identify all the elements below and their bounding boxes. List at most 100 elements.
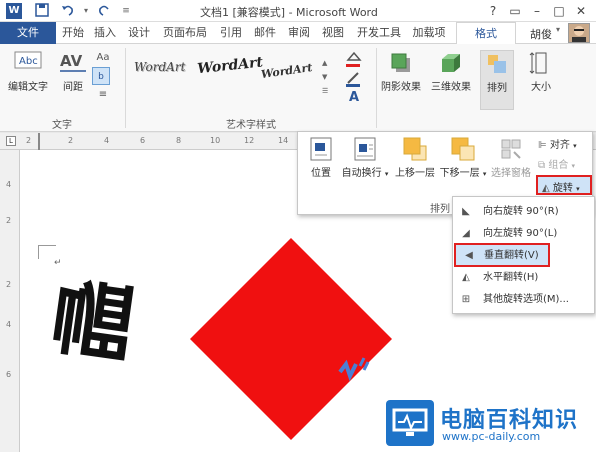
menu-item-flip-vertical[interactable]: ◀ 垂直翻转(V) bbox=[454, 243, 550, 267]
svg-text:AV: AV bbox=[60, 52, 83, 70]
window-title: 文档1 [兼容模式] - Microsoft Word bbox=[200, 6, 378, 19]
selection-pane-label: 选择窗格 bbox=[491, 168, 531, 179]
user-menu-chevron-icon[interactable]: ▾ bbox=[556, 25, 560, 34]
tab-view[interactable]: 视图 bbox=[318, 22, 348, 44]
align-text-icon[interactable]: ≡ bbox=[92, 89, 114, 100]
ruler-tick: 4 bbox=[6, 180, 12, 189]
chevron-down-icon[interactable]: ▾ bbox=[78, 3, 94, 19]
selection-pane-button[interactable]: 选择窗格 bbox=[488, 136, 534, 179]
flip-vertical-icon: ◀ bbox=[465, 250, 473, 261]
wrap-text-button[interactable]: 自动换行 ▾ bbox=[340, 136, 390, 179]
group-button[interactable]: ⧉ 组合 ▾ bbox=[538, 156, 590, 172]
rotate-label: 旋转 bbox=[552, 183, 573, 194]
ribbon-display-icon[interactable]: ▭ bbox=[506, 2, 524, 20]
tab-insert[interactable]: 插入 bbox=[90, 22, 120, 44]
close-icon[interactable]: ✕ bbox=[572, 2, 590, 20]
vertical-text-icon[interactable]: b bbox=[92, 67, 110, 85]
edit-text-button[interactable]: Abc 编辑文字 bbox=[4, 50, 52, 93]
menu-item-rotate-right[interactable]: ◣ 向右旋转 90°(R) bbox=[453, 201, 594, 223]
send-backward-label: 下移一层 bbox=[439, 168, 480, 179]
menu-item-more-rotation[interactable]: ⊞ 其他旋转选项(M)... bbox=[453, 289, 594, 311]
bring-forward-button[interactable]: 上移一层 bbox=[392, 136, 438, 179]
chevron-down-icon: ▾ bbox=[384, 170, 389, 178]
text-effects-icon[interactable]: A bbox=[338, 90, 370, 110]
ruler-indent-marker[interactable] bbox=[38, 133, 40, 150]
wordart-glyph[interactable]: 嵋 bbox=[46, 262, 159, 375]
watermark-logo-icon bbox=[386, 400, 434, 446]
rotate-menu: ◣ 向右旋转 90°(R) ◢ 向左旋转 90°(L) ◀ 垂直翻转(V) ◭ … bbox=[452, 196, 595, 314]
size-label: 大小 bbox=[531, 82, 551, 93]
customize-qat-icon[interactable]: ≡ bbox=[118, 3, 134, 19]
wordart-gallery-scroll[interactable]: ▲ ▼ ☰ bbox=[322, 56, 332, 102]
ruler-tick: 6 bbox=[140, 136, 146, 145]
even-height-icon[interactable]: Aa bbox=[92, 52, 114, 63]
rotate-right-icon: ◣ bbox=[462, 206, 470, 217]
arrange-panel-label: 排列 bbox=[430, 204, 450, 215]
spacing-button[interactable]: AV 间距 bbox=[56, 50, 90, 93]
avatar[interactable] bbox=[568, 23, 590, 43]
ruler-tick: 2 bbox=[6, 216, 12, 225]
group-icon: ⧉ bbox=[538, 160, 546, 171]
tab-addins[interactable]: 加载项 bbox=[408, 22, 450, 44]
tab-mailings[interactable]: 邮件 bbox=[250, 22, 280, 44]
ruler-tick: 4 bbox=[6, 320, 12, 329]
align-icon: ⊫ bbox=[538, 140, 547, 151]
wordart-group-label: 艺术字样式 bbox=[226, 120, 276, 131]
svg-text:Abc: Abc bbox=[19, 56, 38, 67]
tab-review[interactable]: 审阅 bbox=[284, 22, 314, 44]
tab-format[interactable]: 格式 bbox=[456, 22, 516, 44]
tab-design[interactable]: 设计 bbox=[124, 22, 154, 44]
group-separator bbox=[376, 48, 377, 128]
tab-file[interactable]: 文件 bbox=[0, 22, 56, 44]
shadow-effects-label: 阴影效果 bbox=[381, 82, 421, 93]
tab-home[interactable]: 开始 bbox=[58, 22, 88, 44]
arrange-label: 排列 bbox=[487, 83, 507, 94]
minimize-icon[interactable]: – bbox=[528, 2, 546, 20]
ruler-tick: 12 bbox=[244, 136, 255, 145]
tab-references[interactable]: 引用 bbox=[216, 22, 246, 44]
edit-text-label: 编辑文字 bbox=[8, 82, 48, 93]
ruler-tick: 4 bbox=[104, 136, 110, 145]
chevron-down-icon: ▾ bbox=[482, 170, 487, 178]
rotate-handle-icon[interactable] bbox=[338, 356, 372, 384]
tab-developer[interactable]: 开发工具 bbox=[352, 22, 406, 44]
shadow-effects-button[interactable]: 阴影效果 bbox=[378, 50, 424, 93]
menu-item-rotate-left[interactable]: ◢ 向左旋转 90°(L) bbox=[453, 223, 594, 245]
watermark-url: www.pc-daily.com bbox=[442, 430, 541, 443]
undo-icon[interactable] bbox=[60, 3, 76, 19]
user-name[interactable]: 胡俊 bbox=[530, 26, 552, 42]
menu-item-label: 垂直翻转(V) bbox=[484, 250, 539, 261]
chevron-down-icon: ▾ bbox=[571, 162, 576, 170]
rotate-button[interactable]: ◭ 旋转 ▾ bbox=[536, 175, 592, 195]
wordart-style-1[interactable]: WordArt bbox=[134, 60, 194, 90]
vertical-ruler[interactable]: 4 2 2 4 6 bbox=[0, 150, 20, 452]
position-button[interactable]: 位置 bbox=[304, 136, 338, 179]
save-icon[interactable] bbox=[34, 3, 50, 19]
align-label: 对齐 bbox=[549, 140, 570, 151]
send-backward-button[interactable]: 下移一层 ▾ bbox=[438, 136, 488, 179]
red-diamond-shape[interactable] bbox=[190, 238, 392, 440]
text-fill-outline-buttons: A bbox=[338, 50, 370, 118]
rotate-left-icon: ◢ bbox=[462, 228, 470, 239]
tab-page-layout[interactable]: 页面布局 bbox=[158, 22, 212, 44]
ruler-tick: 2 bbox=[6, 280, 12, 289]
maximize-icon[interactable]: □ bbox=[550, 2, 568, 20]
rotate-icon: ◭ bbox=[542, 183, 550, 194]
help-icon[interactable]: ? bbox=[484, 2, 502, 20]
3d-effects-button[interactable]: 三维效果 bbox=[428, 50, 474, 93]
menu-item-label: 向左旋转 90°(L) bbox=[483, 228, 558, 239]
group-label: 组合 bbox=[548, 160, 569, 171]
menu-item-label: 其他旋转选项(M)... bbox=[483, 294, 569, 305]
arrange-button[interactable]: 排列 bbox=[480, 50, 514, 110]
align-button[interactable]: ⊫ 对齐 ▾ bbox=[538, 136, 590, 152]
redo-icon[interactable] bbox=[96, 3, 112, 19]
ruler-tick: 10 bbox=[210, 136, 221, 145]
size-button[interactable]: 大小 bbox=[524, 50, 558, 93]
bring-forward-label: 上移一层 bbox=[395, 168, 435, 179]
text-outline-icon[interactable] bbox=[338, 70, 370, 90]
menu-item-flip-horizontal[interactable]: ◭ 水平翻转(H) bbox=[453, 267, 594, 289]
tab-selector-icon[interactable]: L bbox=[6, 136, 16, 146]
chevron-down-icon: ▾ bbox=[573, 142, 577, 150]
chevron-down-icon: ▾ bbox=[576, 185, 580, 193]
text-fill-icon[interactable] bbox=[338, 50, 370, 70]
